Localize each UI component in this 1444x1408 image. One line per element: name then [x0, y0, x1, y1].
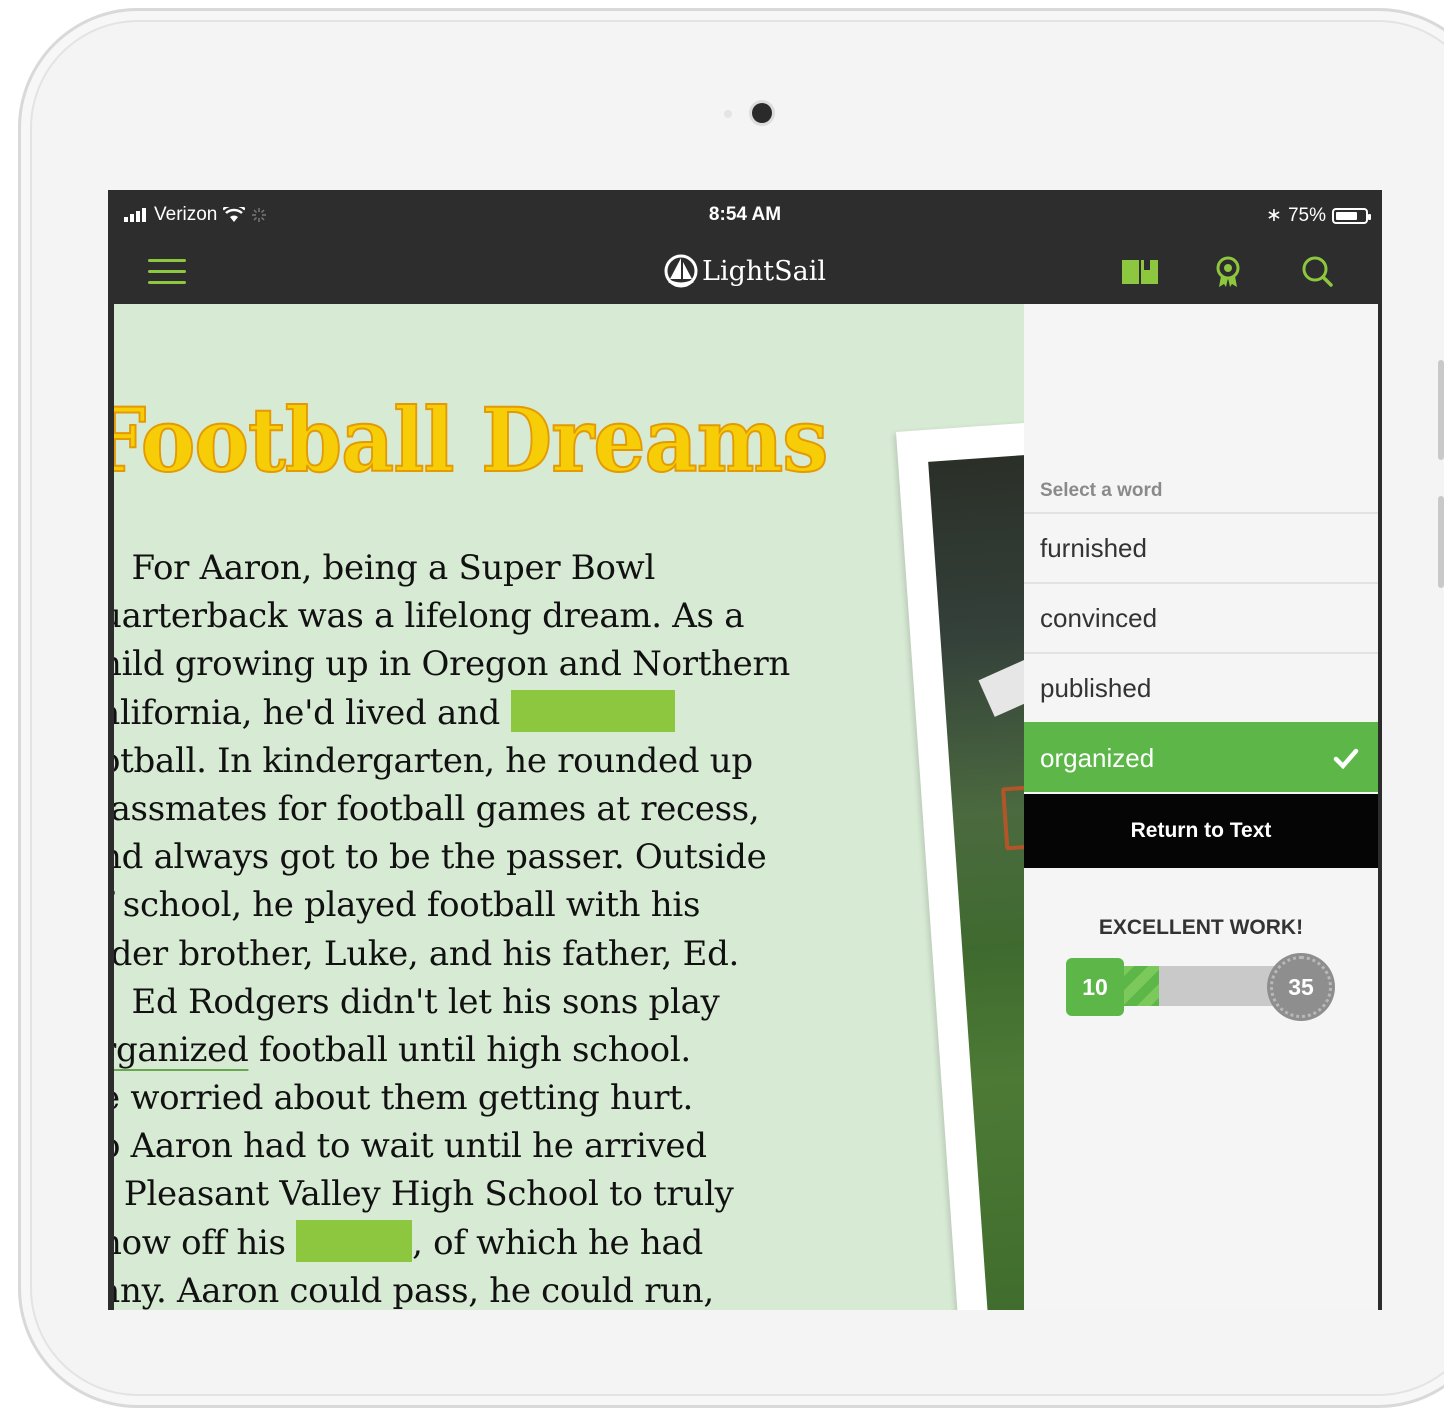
passage-text-segment: o Aaron had to wait until he arrived — [114, 1126, 707, 1167]
word-option-convinced[interactable]: convinced — [1024, 582, 1378, 652]
passage-text-segment: otball. In kindergarten, he rounded up — [114, 740, 753, 781]
word-option-label: published — [1040, 672, 1152, 703]
app-logo: LightSail — [108, 254, 1382, 288]
app-name: LightSail — [702, 255, 826, 287]
word-option-label: convinced — [1040, 602, 1158, 633]
volume-up-button — [1438, 360, 1444, 460]
passage-line: lder brother, Luke, and his father, Ed. — [114, 930, 1000, 978]
bluetooth-icon: ∗ — [1266, 205, 1282, 226]
chapter-title: Football Dreams — [114, 387, 829, 493]
passage-line: Ed Rodgers didn't let his sons play — [114, 978, 1000, 1026]
passage-text-segment: Ed Rodgers didn't let his sons play — [114, 981, 720, 1022]
passage-line: rganized football until high school. — [114, 1026, 1000, 1074]
passage-text-segment: For Aaron, being a Super Bowl — [114, 548, 656, 588]
passage-line: o Aaron had to wait until he arrived — [114, 1122, 1000, 1170]
app-screen: Verizon 8:54 AM ∗ 75% LightSail Football… — [108, 190, 1382, 1310]
passage-text-segment: football until high school. — [248, 1029, 691, 1070]
passage-text-segment: nd always got to be the passer. Outside — [114, 837, 767, 878]
passage-line: e worried about them getting hurt. — [114, 1074, 1000, 1122]
front-camera — [752, 103, 772, 123]
passage-text-segment: f school, he played football with his — [114, 885, 701, 926]
battery-level — [1336, 211, 1357, 220]
passage-line: For Aaron, being a Super Bowl — [114, 544, 1000, 592]
vocabulary-panel: Select a word furnished convinced publishe… — [1024, 304, 1378, 1310]
passage-line: otball. In kindergarten, he rounded up — [114, 737, 1000, 785]
progress-goal-badge: 35 — [1270, 956, 1332, 1018]
status-time: 8:54 AM — [708, 204, 782, 225]
word-options: furnished convinced published organized — [1024, 512, 1378, 792]
word-option-organized[interactable]: organized — [1024, 722, 1378, 792]
passage-line: hild growing up in Oregon and Northern — [114, 640, 1000, 688]
passage-text-segment: alifornia, he'd lived and — [114, 692, 511, 733]
word-option-published[interactable]: published — [1024, 652, 1378, 722]
passage-text-segment: any. Aaron could pass, he could run, — [114, 1270, 714, 1310]
feedback-message: EXCELLENT WORK! — [1098, 916, 1304, 939]
passage-text-segment: lassmates for football games at recess, — [114, 788, 760, 829]
app-header: LightSail — [108, 240, 1382, 304]
progress-start: 10 — [1066, 958, 1124, 1016]
reading-pane: Football Dreams For Aaron, being a Super… — [114, 304, 1024, 1310]
search-icon[interactable] — [1298, 254, 1338, 290]
volume-down-button — [1438, 496, 1444, 588]
word-option-label: furnished — [1040, 532, 1147, 563]
battery-percent: 75% — [1287, 204, 1326, 226]
answered-word[interactable]: rganized — [114, 1030, 249, 1070]
word-option-furnished[interactable]: furnished — [1024, 512, 1378, 582]
select-word-label: Select a word — [1040, 480, 1163, 501]
passage-text: For Aaron, being a Super Bowl uarterback … — [114, 544, 1000, 1310]
photo-detail — [1001, 784, 1024, 851]
word-option-label: organized — [1040, 742, 1155, 773]
passage-line: uarterback was a lifelong dream. As a — [114, 592, 1000, 640]
checkmark-icon — [1333, 748, 1359, 770]
passage-line: t Pleasant Valley High School to truly — [114, 1170, 1000, 1218]
passage-line: any. Aaron could pass, he could run, — [114, 1267, 1000, 1310]
passage-text-segment: t Pleasant Valley High School to truly — [114, 1174, 734, 1215]
passage-text-segment: uarterback was a lifelong dream. As a — [114, 596, 745, 637]
sail-logo-icon — [664, 254, 698, 288]
status-right: ∗ 75% — [1266, 204, 1371, 227]
status-bar: Verizon 8:54 AM ∗ 75% — [108, 190, 1382, 240]
award-icon[interactable] — [1208, 254, 1248, 290]
return-to-text-button[interactable]: Return to Text — [1024, 794, 1378, 868]
passage-text-segment: e worried about them getting hurt. — [114, 1078, 694, 1119]
sensor — [724, 110, 732, 118]
word-blank[interactable] — [510, 689, 675, 732]
passage-text-segment: hild growing up in Oregon and Northern — [114, 644, 791, 685]
progress-meter: 10 35 — [1066, 956, 1336, 1020]
passage-text-segment: lder brother, Luke, and his father, Ed. — [114, 933, 740, 974]
passage-text-segment: , of which he had — [412, 1222, 703, 1263]
passage-line: how off his , of which he had — [114, 1219, 1000, 1267]
book-icon[interactable] — [1120, 254, 1160, 290]
passage-text-segment: how off his — [114, 1222, 297, 1263]
word-blank[interactable] — [296, 1219, 413, 1262]
photo-detail — [978, 655, 1024, 717]
passage-line: f school, he played football with his — [114, 881, 1000, 929]
battery-icon — [1332, 207, 1371, 224]
passage-line: lassmates for football games at recess, — [114, 785, 1000, 833]
passage-line: alifornia, he'd lived and — [114, 689, 1000, 737]
passage-line: nd always got to be the passer. Outside — [114, 833, 1000, 881]
